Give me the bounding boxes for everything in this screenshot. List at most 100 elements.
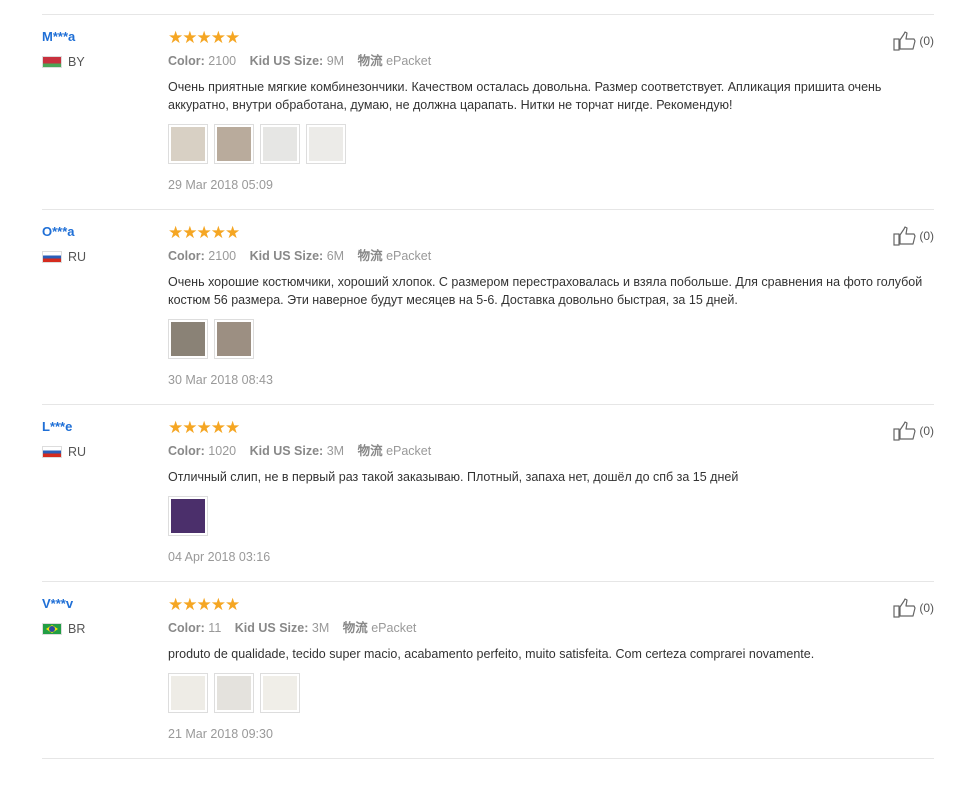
review-text: Отличный слип, не в первый раз такой зак…: [168, 470, 739, 484]
thumbs-up-icon: [893, 31, 916, 51]
review-date: 21 Mar 2018 09:30: [168, 727, 273, 741]
purchase-attributes: Color: 2100 Kid US Size: 6M 物流 ePacket: [168, 248, 898, 264]
review-date: 29 Mar 2018 05:09: [168, 178, 273, 192]
size-value: 6M: [326, 249, 345, 263]
review-body: ★★★★★ Color: 1020 Kid US Size: 3M 物流 ePa…: [168, 419, 898, 564]
country-code: BY: [68, 55, 85, 69]
country: BR: [42, 622, 162, 636]
photo-image: [171, 676, 205, 710]
russia-flag-icon: [42, 446, 62, 458]
country: RU: [42, 250, 162, 264]
helpful-button[interactable]: (0): [893, 31, 934, 51]
shipping-label: 物流: [357, 444, 383, 458]
size-label: Kid US Size:: [249, 54, 324, 68]
user-name[interactable]: M***a: [42, 29, 162, 45]
review-date: 30 Mar 2018 08:43: [168, 373, 273, 387]
size-label: Kid US Size:: [249, 249, 324, 263]
photo-image: [171, 127, 205, 161]
review-photos: [168, 673, 898, 713]
purchase-attributes: Color: 2100 Kid US Size: 9M 物流 ePacket: [168, 53, 898, 69]
review-photos: [168, 496, 898, 536]
user-name[interactable]: O***a: [42, 224, 162, 240]
helpful-button[interactable]: (0): [893, 421, 934, 441]
shipping-value: ePacket: [371, 621, 417, 635]
review-photo-thumbnail[interactable]: [214, 673, 254, 713]
photo-image: [263, 676, 297, 710]
star-rating: ★★★★★: [168, 418, 240, 437]
helpful-count: (0): [919, 424, 934, 438]
review-photo-thumbnail[interactable]: [168, 673, 208, 713]
color-value: 2100: [208, 249, 237, 263]
review-user: M***a BY: [42, 29, 162, 69]
country: RU: [42, 445, 162, 459]
shipping-label: 物流: [357, 249, 383, 263]
photo-image: [309, 127, 343, 161]
country-code: RU: [68, 445, 87, 459]
photo-image: [171, 322, 205, 356]
review-photo-thumbnail[interactable]: [214, 319, 254, 359]
review-user: L***e RU: [42, 419, 162, 459]
review-user: V***v BR: [42, 596, 162, 636]
review-photo-thumbnail[interactable]: [168, 319, 208, 359]
purchase-attributes: Color: 11 Kid US Size: 3M 物流 ePacket: [168, 620, 898, 636]
review-body: ★★★★★ Color: 11 Kid US Size: 3M 物流 ePack…: [168, 596, 898, 741]
helpful-button[interactable]: (0): [893, 598, 934, 618]
color-label: Color:: [168, 249, 205, 263]
color-value: 1020: [208, 444, 237, 458]
thumbs-up-icon: [893, 226, 916, 246]
review-photo-thumbnail[interactable]: [306, 124, 346, 164]
helpful-count: (0): [919, 229, 934, 243]
purchase-attributes: Color: 1020 Kid US Size: 3M 物流 ePacket: [168, 443, 898, 459]
shipping-value: ePacket: [386, 249, 432, 263]
review-text: Очень хорошие костюмчики, хороший хлопок…: [168, 275, 923, 307]
helpful-count: (0): [919, 34, 934, 48]
size-value: 3M: [326, 444, 345, 458]
star-rating: ★★★★★: [168, 223, 240, 242]
size-value: 3M: [311, 621, 330, 635]
review-user: O***a RU: [42, 224, 162, 264]
thumbs-up-icon: [893, 598, 916, 618]
review-item: O***a RU ★★★★★ Color: 2100 Kid US Size: …: [42, 210, 934, 405]
shipping-label: 物流: [357, 54, 383, 68]
thumbs-up-icon: [893, 421, 916, 441]
review-item: M***a BY ★★★★★ Color: 2100 Kid US Size: …: [42, 15, 934, 210]
star-rating: ★★★★★: [168, 595, 240, 614]
size-label: Kid US Size:: [249, 444, 324, 458]
color-label: Color:: [168, 621, 205, 635]
shipping-label: 物流: [342, 621, 368, 635]
photo-image: [171, 499, 205, 533]
review-item: L***e RU ★★★★★ Color: 1020 Kid US Size: …: [42, 405, 934, 582]
review-date: 04 Apr 2018 03:16: [168, 550, 271, 564]
country-code: RU: [68, 250, 87, 264]
photo-image: [263, 127, 297, 161]
helpful-count: (0): [919, 601, 934, 615]
helpful-button[interactable]: (0): [893, 226, 934, 246]
photo-image: [217, 322, 251, 356]
shipping-value: ePacket: [386, 444, 432, 458]
country: BY: [42, 55, 162, 69]
color-value: 2100: [208, 54, 237, 68]
review-photo-thumbnail[interactable]: [168, 496, 208, 536]
review-photo-thumbnail[interactable]: [214, 124, 254, 164]
photo-image: [217, 127, 251, 161]
review-photo-thumbnail[interactable]: [260, 124, 300, 164]
color-label: Color:: [168, 54, 205, 68]
review-photo-thumbnail[interactable]: [168, 124, 208, 164]
russia-flag-icon: [42, 251, 62, 263]
belarus-flag-icon: [42, 56, 62, 68]
size-label: Kid US Size:: [234, 621, 309, 635]
review-photo-thumbnail[interactable]: [260, 673, 300, 713]
user-name[interactable]: L***e: [42, 419, 162, 435]
review-body: ★★★★★ Color: 2100 Kid US Size: 6M 物流 ePa…: [168, 223, 922, 387]
size-value: 9M: [326, 54, 345, 68]
review-text: Очень приятные мягкие комбинезончики. Ка…: [168, 80, 882, 112]
user-name[interactable]: V***v: [42, 596, 162, 612]
reviews-list: M***a BY ★★★★★ Color: 2100 Kid US Size: …: [42, 14, 934, 759]
photo-image: [217, 676, 251, 710]
brazil-flag-icon: [42, 623, 62, 635]
review-item: V***v BR ★★★★★ Color: 11 Kid US Size: 3M…: [42, 582, 934, 759]
review-photos: [168, 124, 898, 164]
color-value: 11: [208, 621, 222, 635]
color-label: Color:: [168, 444, 205, 458]
star-rating: ★★★★★: [168, 28, 240, 47]
